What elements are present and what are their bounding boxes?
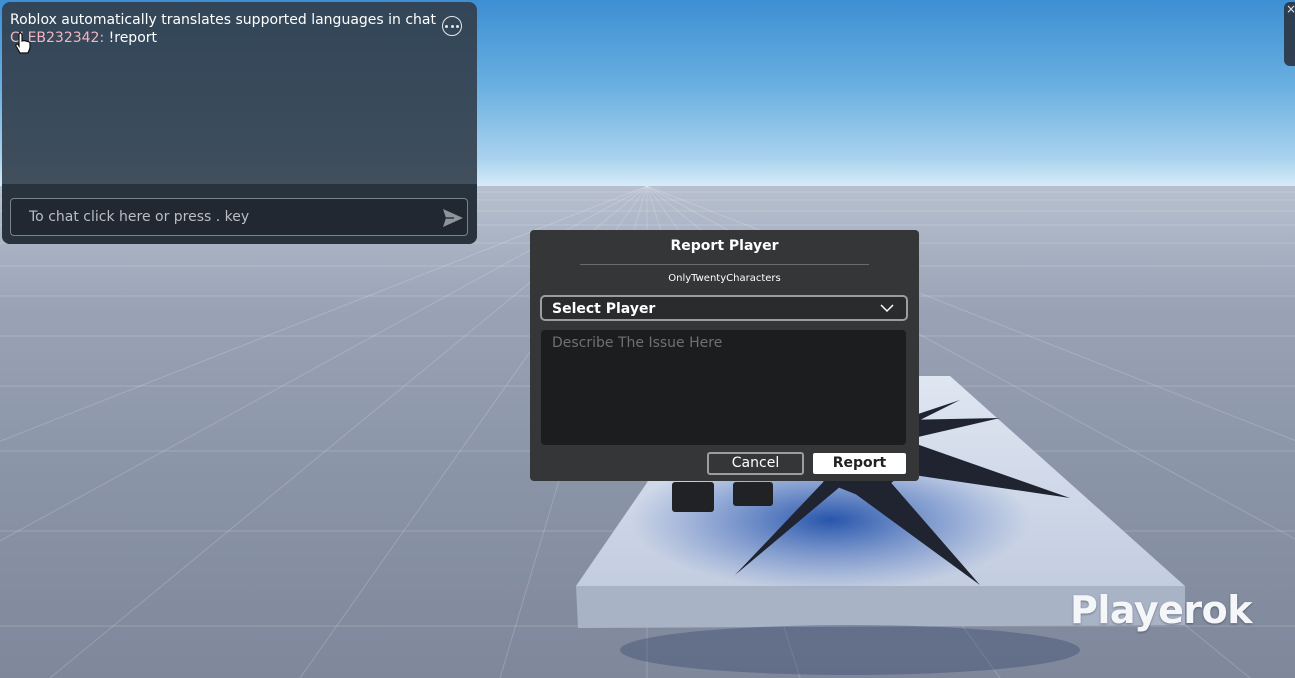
chat-input[interactable]: To chat click here or press . key	[10, 198, 468, 236]
watermark-logo: Playerok	[1070, 588, 1253, 632]
report-button[interactable]: Report	[813, 453, 906, 474]
chat-message-system: Roblox automatically translates supporte…	[10, 12, 436, 28]
dialog-title: Report Player	[670, 238, 779, 254]
select-player-label: Select Player	[552, 301, 656, 317]
select-player-dropdown[interactable]: Select Player	[540, 295, 908, 321]
send-icon[interactable]	[442, 208, 464, 228]
hand-cursor-icon	[15, 32, 31, 54]
cancel-button[interactable]: Cancel	[707, 452, 804, 475]
dialog-subtitle: OnlyTwentyCharacters	[668, 273, 781, 284]
chevron-down-icon	[880, 304, 894, 313]
chat-input-bar: To chat click here or press . key	[2, 184, 477, 244]
report-player-dialog: Report Player OnlyTwentyCharacters Selec…	[530, 230, 919, 481]
chat-log: Roblox automatically translates supporte…	[10, 11, 440, 47]
close-icon[interactable]: ×	[1284, 2, 1295, 66]
title-divider	[580, 264, 869, 265]
chat-message-text: !report	[104, 30, 158, 46]
avatar-feet	[672, 482, 714, 512]
issue-description-input[interactable]: Describe The Issue Here	[541, 330, 906, 445]
chat-message-user: CLEB232342: !report	[10, 29, 440, 47]
chat-window: Roblox automatically translates supporte…	[2, 2, 477, 244]
more-options-icon[interactable]	[442, 16, 462, 36]
